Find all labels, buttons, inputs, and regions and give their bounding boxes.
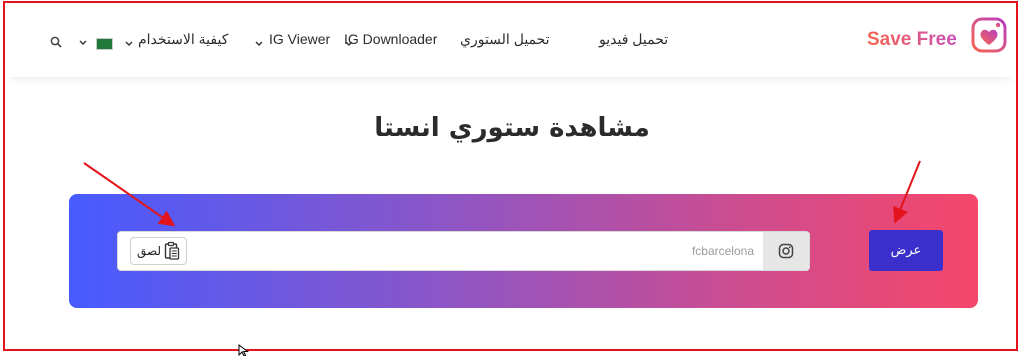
saudi-flag-icon[interactable]: [96, 38, 113, 50]
username-input-group: لصق: [117, 231, 810, 271]
brand-name[interactable]: Save Free: [867, 29, 957, 51]
mouse-cursor-icon: [238, 344, 249, 356]
paste-label: لصق: [137, 244, 162, 258]
nav-story-download[interactable]: تحميل الستوري: [460, 31, 550, 48]
instagram-icon-box: [763, 232, 809, 270]
nav-ig-downloader[interactable]: IG Downloader: [344, 31, 437, 47]
nav-how-to-use[interactable]: كيفية الاستخدام: [138, 31, 228, 48]
view-button[interactable]: عرض: [869, 230, 943, 271]
chevron-down-icon[interactable]: [255, 40, 263, 48]
instagram-icon: [778, 243, 794, 259]
nav-ig-viewer[interactable]: IG Viewer: [269, 31, 330, 47]
clipboard-icon: [164, 241, 180, 260]
page-title: مشاهدة ستوري انستا: [374, 113, 650, 144]
site-header: Save Free تحميل فيديو تحميل الستوري IG D…: [5, 3, 1016, 77]
chevron-down-icon[interactable]: [125, 40, 133, 48]
paste-button[interactable]: لصق: [130, 237, 188, 265]
nav-video-download[interactable]: تحميل فيديو: [599, 31, 668, 48]
chevron-down-icon[interactable]: [345, 40, 353, 48]
nav-ig-downloader-label: IG Downloader: [344, 31, 438, 47]
search-icon[interactable]: [50, 36, 62, 48]
chevron-down-icon[interactable]: [79, 39, 87, 47]
logo-icon[interactable]: [971, 17, 1007, 53]
instagram-username-input[interactable]: [190, 232, 760, 270]
